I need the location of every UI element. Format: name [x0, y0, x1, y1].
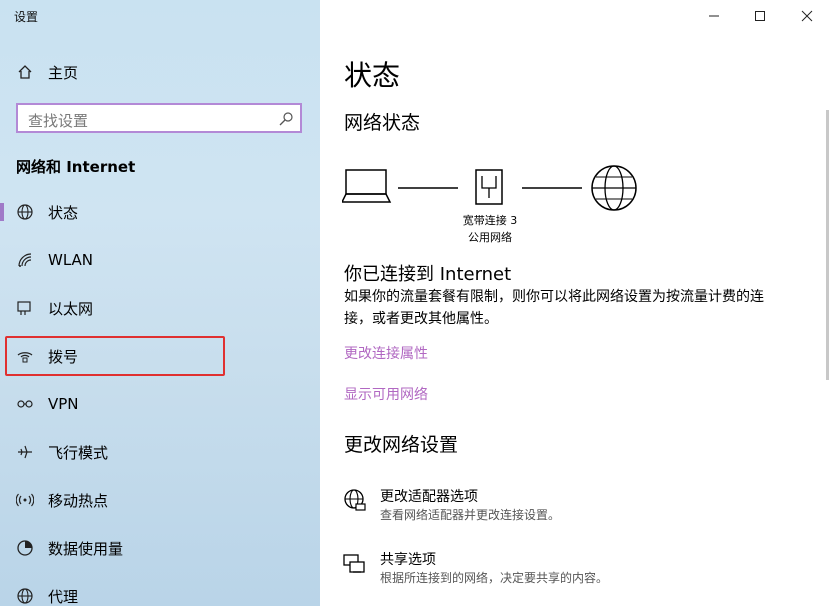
laptop-icon — [342, 169, 392, 203]
hotspot-icon — [16, 491, 34, 509]
sidebar-item-label: 飞行模式 — [48, 443, 109, 462]
option-title: 更改适配器选项 — [380, 489, 478, 505]
wifi-icon — [16, 251, 34, 269]
search-icon[interactable] — [278, 111, 294, 127]
ethernet-icon — [16, 299, 34, 317]
data-usage-icon — [16, 539, 34, 557]
sidebar-item-data-usage[interactable]: 数据使用量 — [0, 528, 320, 568]
search-placeholder: 查找设置 — [28, 112, 89, 130]
sidebar: 设置 主页 查找设置 网络和 Internet 状态 WLAN 以太网 拨号 V… — [0, 0, 320, 606]
minimize-button[interactable] — [704, 6, 724, 26]
sidebar-item-ethernet[interactable]: 以太网 — [0, 288, 320, 328]
sidebar-item-label: 状态 — [48, 203, 79, 222]
option-title: 共享选项 — [380, 552, 436, 568]
internet-globe-icon — [591, 165, 637, 211]
search-input[interactable]: 查找设置 — [16, 103, 302, 133]
main-panel: 状态 网络状态 宽带连接 3 公用网络 你已连接到 Internet 如果你的流… — [320, 0, 830, 606]
sidebar-item-label: WLAN — [48, 251, 94, 269]
option-description: 查看网络适配器并更改连接设置。 — [380, 508, 561, 522]
airplane-icon — [16, 443, 34, 461]
adapter-icon — [342, 488, 368, 514]
connection-name: 宽带连接 3 — [462, 214, 518, 227]
show-available-networks-link[interactable]: 显示可用网络 — [344, 384, 428, 404]
scrollbar[interactable] — [826, 110, 829, 380]
sidebar-item-label: 主页 — [48, 63, 79, 82]
change-connection-properties-link[interactable]: 更改连接属性 — [344, 343, 428, 363]
sidebar-item-home[interactable]: 主页 — [0, 52, 320, 92]
sidebar-item-vpn[interactable]: VPN — [0, 384, 320, 424]
connection-type: 公用网络 — [468, 231, 512, 244]
close-button[interactable] — [797, 6, 817, 26]
sidebar-item-wlan[interactable]: WLAN — [0, 240, 320, 280]
sharing-options-item[interactable]: 共享选项 根据所连接到的网络，决定要共享的内容。 — [342, 549, 762, 593]
sidebar-item-label: VPN — [48, 395, 79, 413]
sharing-icon — [342, 551, 368, 577]
sidebar-item-label: 移动热点 — [48, 491, 109, 510]
sidebar-item-hotspot[interactable]: 移动热点 — [0, 480, 320, 520]
app-title: 设置 — [14, 10, 39, 24]
sidebar-section-header: 网络和 Internet — [16, 158, 136, 176]
connected-description: 如果你的流量套餐有限制，则你可以将此网络设置为按流量计费的连接，或者更改其他属性… — [344, 289, 764, 327]
network-status-heading: 网络状态 — [344, 112, 421, 134]
home-icon — [16, 63, 34, 81]
proxy-globe-icon — [16, 587, 34, 605]
connected-title: 你已连接到 Internet — [344, 264, 512, 285]
sidebar-item-proxy[interactable]: 代理 — [0, 576, 320, 616]
change-network-settings-heading: 更改网络设置 — [344, 434, 459, 456]
option-description: 根据所连接到的网络，决定要共享的内容。 — [380, 571, 609, 585]
adapter-options-item[interactable]: 更改适配器选项 查看网络适配器并更改连接设置。 — [342, 486, 762, 530]
globe-icon — [16, 203, 34, 221]
dialup-device-icon — [475, 169, 503, 205]
page-title: 状态 — [344, 59, 401, 92]
sidebar-item-airplane[interactable]: 飞行模式 — [0, 432, 320, 472]
sidebar-item-label: 以太网 — [48, 299, 94, 318]
vpn-icon — [16, 395, 34, 413]
sidebar-item-label: 数据使用量 — [48, 539, 124, 558]
maximize-button[interactable] — [750, 6, 770, 26]
dialup-highlight-box — [5, 336, 225, 376]
sidebar-item-status[interactable]: 状态 — [0, 192, 320, 232]
sidebar-item-label: 代理 — [48, 587, 79, 606]
